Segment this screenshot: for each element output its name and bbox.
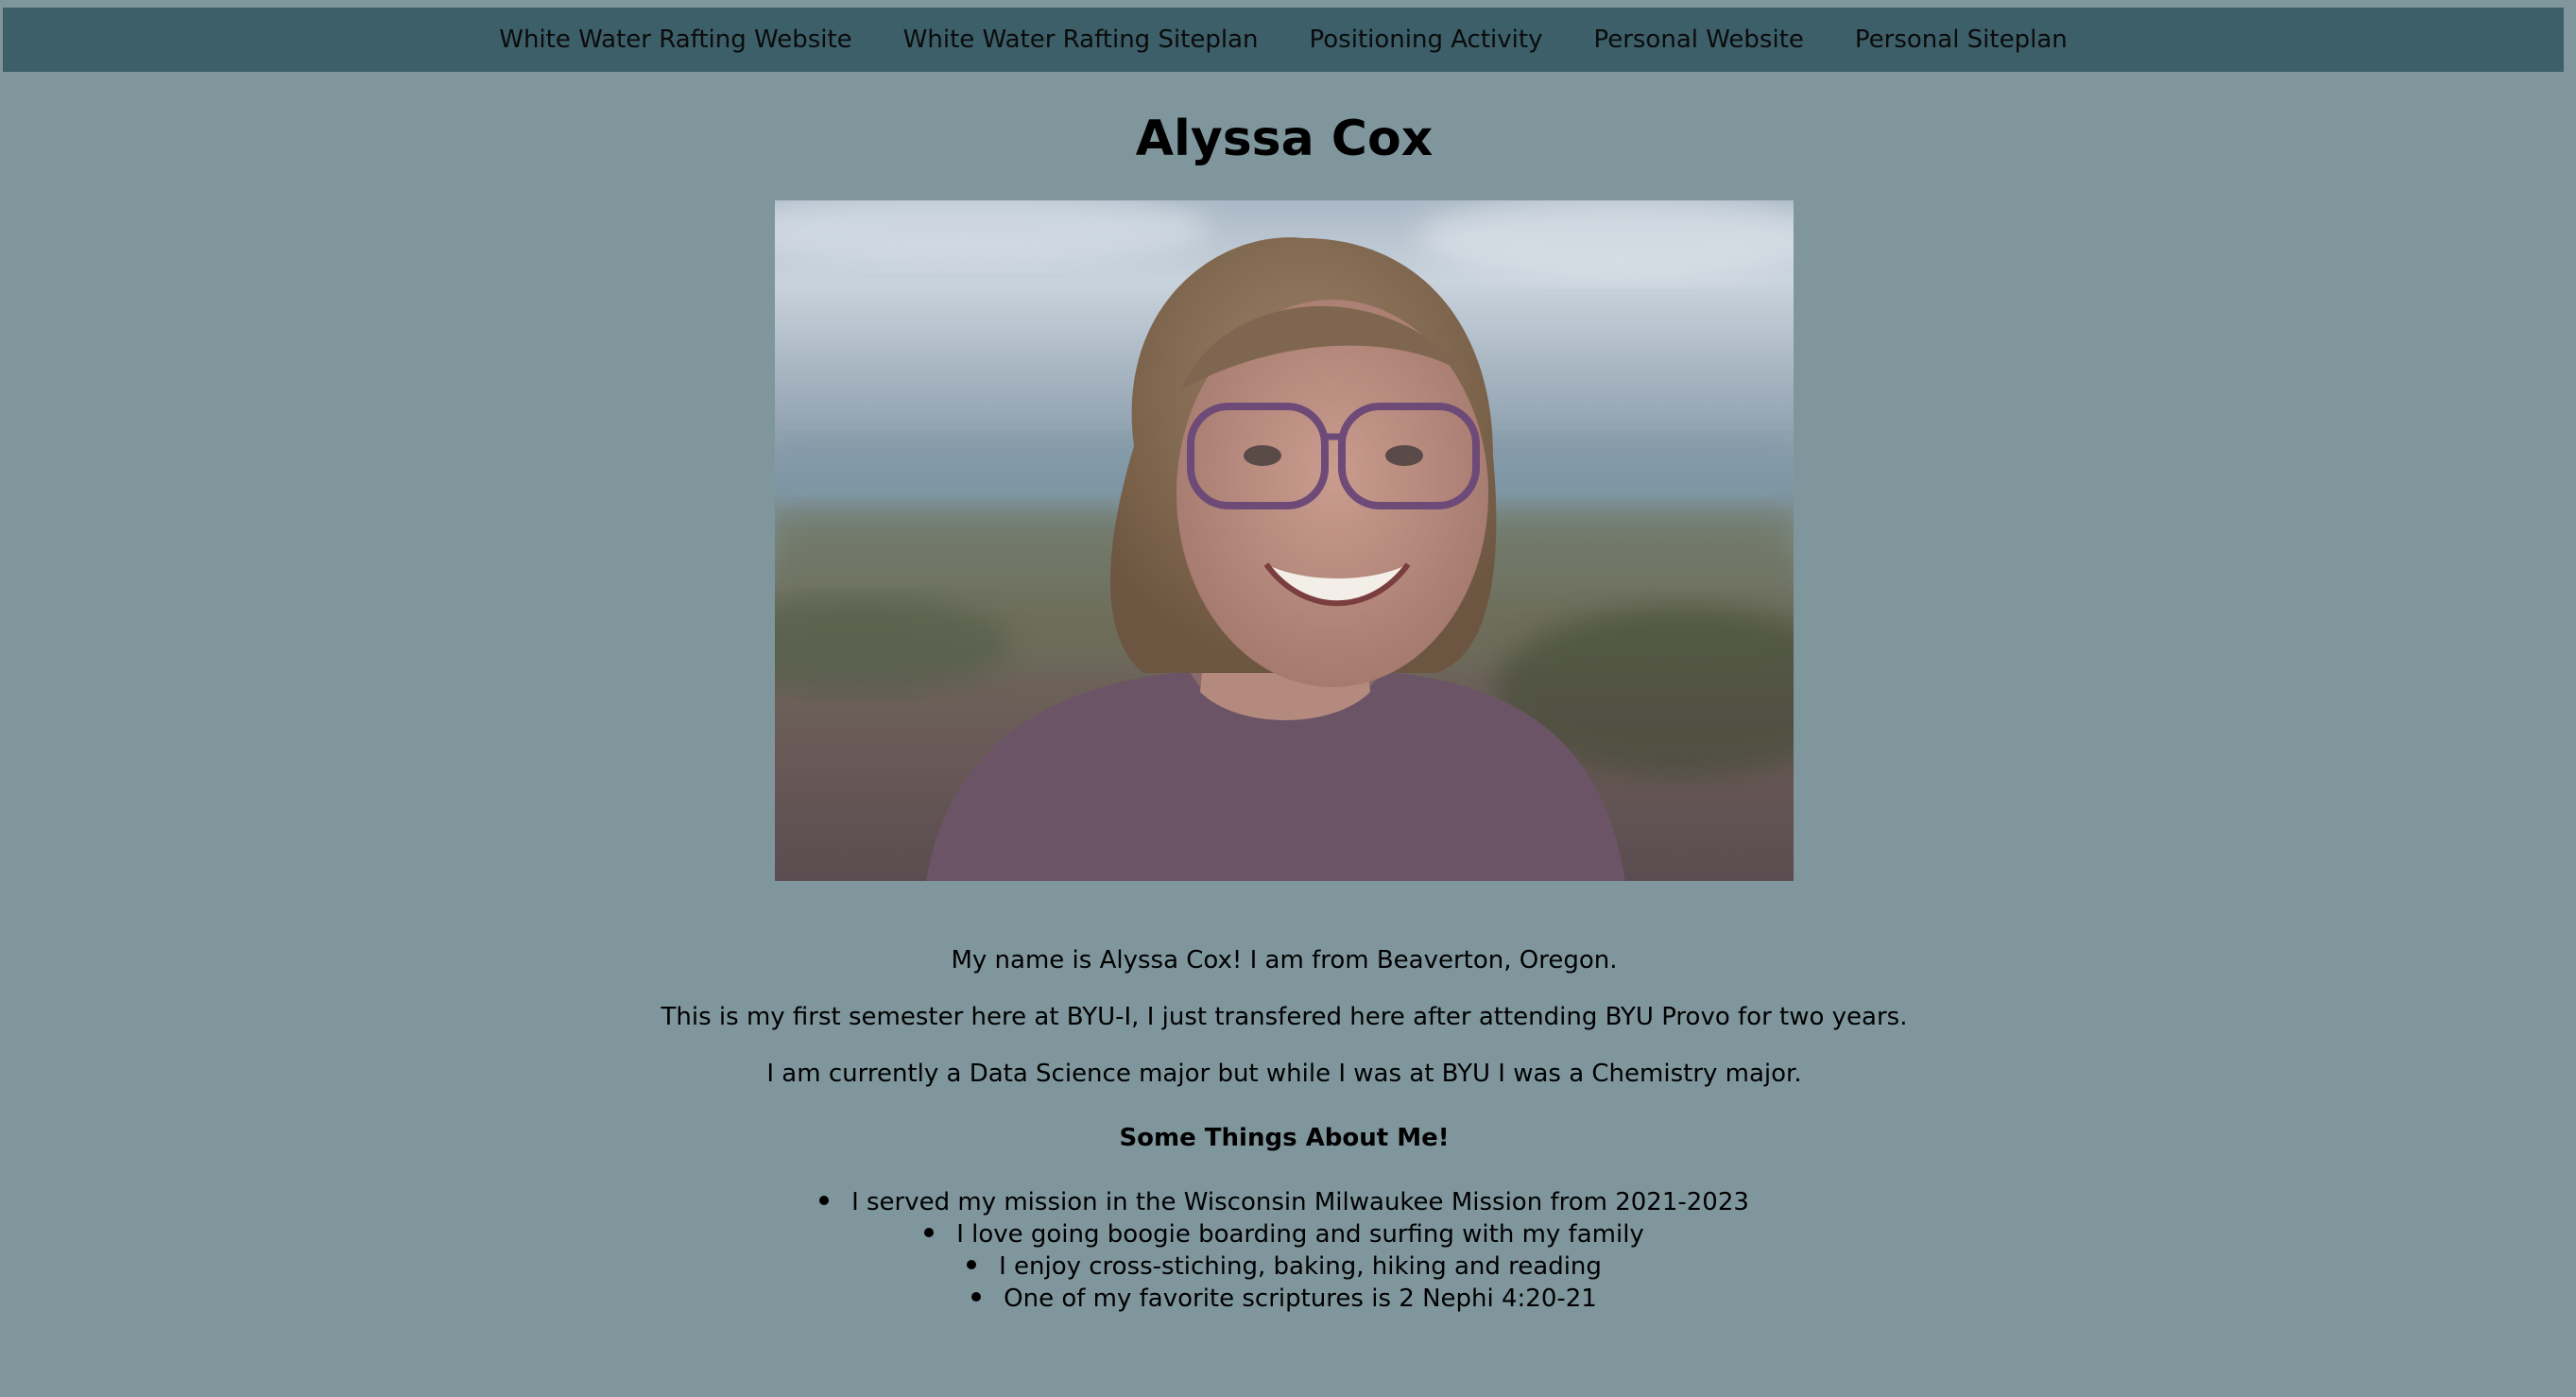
profile-photo [775,200,1794,881]
list-item: One of my favorite scriptures is 2 Nephi… [0,1283,2568,1315]
bullet-icon [924,1227,935,1237]
nav-link-positioning-activity[interactable]: Positioning Activity [1284,8,1569,72]
nav-link-white-water-rafting-website[interactable]: White Water Rafting Website [473,8,877,72]
nav-link-personal-siteplan[interactable]: Personal Siteplan [1829,8,2093,72]
list-item: I love going boogie boarding and surfing… [0,1218,2568,1250]
bullet-icon [967,1259,977,1269]
list-item: I served my mission in the Wisconsin Mil… [0,1186,2568,1218]
list-item-text: I served my mission in the Wisconsin Mil… [851,1188,1749,1216]
bullet-icon [819,1195,830,1205]
list-item-text: One of my favorite scriptures is 2 Nephi… [1004,1285,1597,1313]
top-navigation-bar: White Water Rafting Website White Water … [3,8,2564,72]
nav-link-white-water-rafting-siteplan[interactable]: White Water Rafting Siteplan [878,8,1284,72]
intro-paragraph-hometown: My name is Alyssa Cox! I am from Beavert… [951,946,1618,974]
nav-link-personal-website[interactable]: Personal Website [1568,8,1829,72]
list-item-text: I love going boogie boarding and surfing… [956,1220,1644,1249]
portrait-photo-icon [775,200,1794,881]
things-about-me-list: I served my mission in the Wisconsin Mil… [0,1186,2568,1315]
page-title: Alyssa Cox [1135,111,1434,167]
things-about-me-heading: Some Things About Me! [1119,1124,1450,1152]
intro-paragraph-transfer: This is my first semester here at BYU-I,… [661,1003,1908,1031]
intro-paragraph-major: I am currently a Data Science major but … [766,1060,1802,1088]
bullet-icon [971,1291,982,1302]
list-item-text: I enjoy cross-stiching, baking, hiking a… [999,1252,1602,1281]
list-item: I enjoy cross-stiching, baking, hiking a… [0,1250,2568,1283]
